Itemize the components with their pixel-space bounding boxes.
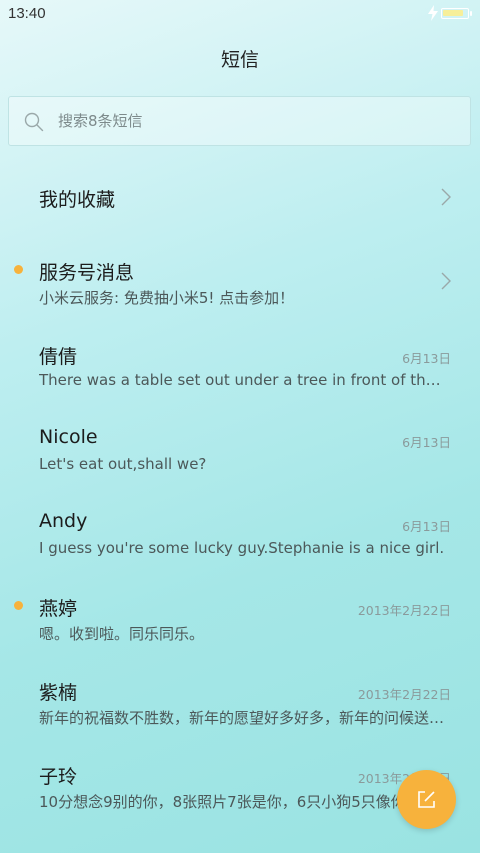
message-preview: There was a table set out under a tree i… bbox=[39, 371, 449, 389]
compose-button[interactable] bbox=[397, 770, 456, 829]
message-preview: 10分想念9别的你，8张照片7张是你，6只小狗5只像你 bbox=[39, 793, 406, 811]
service-preview: 小米云服务: 免费抽小米5! 点击参加！ bbox=[39, 289, 295, 307]
contact-name: 倩倩 bbox=[39, 346, 78, 368]
search-box[interactable] bbox=[8, 96, 471, 146]
chevron-right-icon bbox=[441, 272, 451, 290]
unread-dot bbox=[14, 265, 23, 274]
search-input[interactable] bbox=[58, 97, 458, 145]
battery-fill bbox=[443, 10, 463, 16]
service-messages-row[interactable]: 服务号消息 小米云服务: 免费抽小米5! 点击参加！ bbox=[0, 255, 480, 313]
message-preview: 新年的祝福数不胜数，新年的愿望好多好多，新年的问候送给你 bbox=[39, 709, 449, 727]
message-date: 6月13日 bbox=[402, 435, 451, 450]
contact-name: 紫楠 bbox=[39, 682, 78, 704]
conversation-row[interactable]: Nicole 6月13日 Let's eat out,shall we? bbox=[0, 423, 480, 481]
contact-name: 燕婷 bbox=[39, 598, 78, 620]
status-bar: 13:40 bbox=[0, 0, 480, 28]
favorites-row[interactable]: 我的收藏 bbox=[0, 176, 480, 220]
service-title: 服务号消息 bbox=[39, 262, 135, 284]
message-preview: Let's eat out,shall we? bbox=[39, 455, 207, 473]
battery-icon bbox=[441, 8, 472, 19]
compose-icon bbox=[418, 791, 435, 808]
message-date: 2013年2月22日 bbox=[357, 687, 451, 702]
conversation-row[interactable]: 倩倩 6月13日 There was a table set out under… bbox=[0, 339, 480, 397]
bolt-icon bbox=[428, 5, 438, 21]
message-date: 2013年2月22日 bbox=[357, 603, 451, 618]
contact-name: Nicole bbox=[39, 426, 98, 448]
chevron-right-icon bbox=[441, 188, 451, 206]
unread-dot bbox=[14, 601, 23, 610]
contact-name: Andy bbox=[39, 510, 88, 532]
conversation-row[interactable]: 紫楠 2013年2月22日 新年的祝福数不胜数，新年的愿望好多好多，新年的问候送… bbox=[0, 675, 480, 733]
conversation-row[interactable]: 燕婷 2013年2月22日 嗯。收到啦。同乐同乐。 bbox=[0, 591, 480, 649]
search-icon bbox=[24, 112, 44, 132]
contact-name: 子玲 bbox=[39, 766, 78, 788]
status-time: 13:40 bbox=[8, 5, 46, 22]
conversation-row[interactable]: Andy 6月13日 I guess you're some lucky guy… bbox=[0, 507, 480, 565]
message-preview: I guess you're some lucky guy.Stephanie … bbox=[39, 539, 445, 557]
message-date: 6月13日 bbox=[402, 351, 451, 366]
message-preview: 嗯。收到啦。同乐同乐。 bbox=[39, 625, 205, 643]
page-title: 短信 bbox=[220, 49, 259, 71]
favorites-label: 我的收藏 bbox=[39, 189, 116, 211]
message-date: 6月13日 bbox=[402, 519, 451, 534]
